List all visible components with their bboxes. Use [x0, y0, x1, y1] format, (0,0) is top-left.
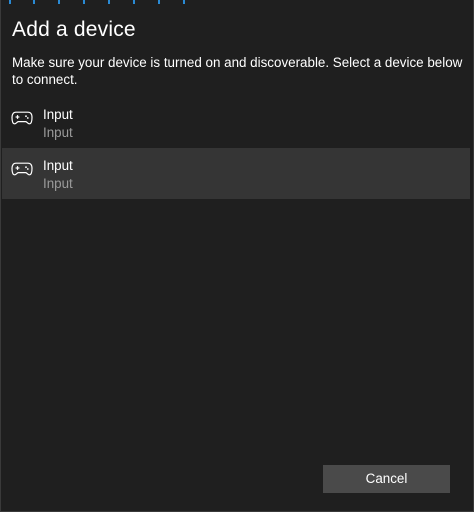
progress-dot — [9, 0, 11, 4]
device-list-item[interactable]: Input Input — [2, 97, 470, 148]
device-type: Input — [43, 125, 73, 140]
gamepad-icon — [11, 111, 33, 125]
progress-dot — [83, 0, 85, 4]
cancel-button[interactable]: Cancel — [323, 465, 450, 493]
dialog-title: Add a device — [12, 18, 136, 41]
searching-progress-indicator — [1, 0, 473, 4]
progress-dot — [183, 0, 185, 4]
progress-dot — [58, 0, 60, 4]
progress-dot — [133, 0, 135, 4]
device-type: Input — [43, 176, 73, 191]
add-device-dialog: Add a device Make sure your device is tu… — [0, 0, 474, 512]
progress-dot — [33, 0, 35, 4]
device-list: Input Input Input Input — [2, 97, 470, 199]
device-name: Input — [43, 107, 73, 122]
progress-dot — [108, 0, 110, 4]
device-list-item[interactable]: Input Input — [2, 148, 470, 199]
device-name: Input — [43, 158, 73, 173]
dialog-instructions: Make sure your device is turned on and d… — [12, 55, 463, 87]
gamepad-icon — [11, 162, 33, 176]
progress-dot — [158, 0, 160, 4]
